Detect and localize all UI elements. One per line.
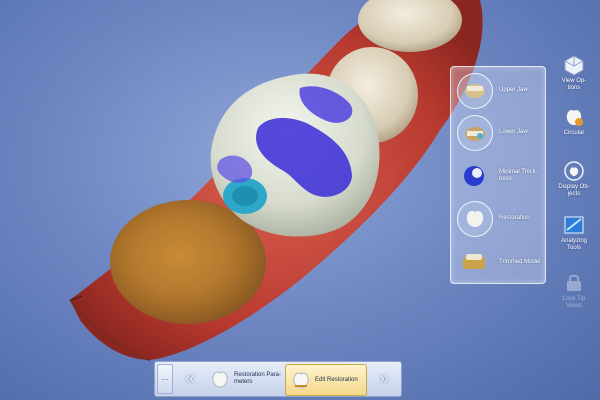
upper-jaw-icon bbox=[457, 73, 493, 109]
step-restoration-parameters[interactable]: Restoration Para-meters bbox=[205, 364, 283, 394]
analyzing-tools-icon bbox=[564, 216, 584, 234]
toolbar-label: Circular bbox=[563, 130, 585, 136]
step-label: Restoration Para-meters bbox=[234, 372, 282, 385]
restoration-icon bbox=[457, 201, 493, 237]
flyout-item-restoration[interactable]: Restoration bbox=[455, 199, 543, 237]
previous-step-button[interactable]: « bbox=[173, 366, 203, 392]
workflow-step-bar: ... « Restoration Para-meters Edit Resto… bbox=[154, 361, 402, 397]
lock-tip-views-button[interactable]: Lock Tip Views bbox=[556, 272, 592, 310]
analyzing-tools-button[interactable]: Analyzing Tools bbox=[556, 214, 592, 252]
restoration-parameters-icon bbox=[212, 371, 228, 388]
step-bar-menu-button[interactable]: ... bbox=[157, 364, 173, 394]
display-objects-flyout: Upper Jaw Lower Jaw Minimal Thick-ness R… bbox=[450, 66, 546, 284]
step-label: Edit Restoration bbox=[315, 376, 358, 383]
flyout-label: Minimal Thick-ness bbox=[499, 169, 538, 182]
toolbar-label: Analyzing Tools bbox=[560, 238, 587, 251]
flyout-item-trimmed-model[interactable]: Trimmed Model bbox=[455, 243, 543, 281]
toolbar-label: Display Ob-jects bbox=[558, 184, 590, 197]
trimmed-model-icon bbox=[457, 245, 491, 279]
display-objects-icon bbox=[564, 161, 584, 181]
lower-jaw-icon bbox=[457, 115, 493, 151]
toolbar-label: Lock Tip Views bbox=[562, 296, 586, 309]
step-edit-restoration[interactable]: Edit Restoration bbox=[285, 364, 367, 396]
flyout-item-minimal-thickness[interactable]: Minimal Thick-ness bbox=[455, 157, 543, 195]
next-step-button[interactable]: » bbox=[367, 366, 397, 392]
flyout-item-lower-jaw[interactable]: Lower Jaw bbox=[455, 113, 543, 151]
flyout-label: Restoration bbox=[499, 214, 530, 221]
minimal-thickness-icon bbox=[457, 159, 491, 193]
flyout-label: Lower Jaw bbox=[499, 128, 528, 135]
flyout-item-upper-jaw[interactable]: Upper Jaw bbox=[455, 71, 543, 109]
toolbar-label: View Op-tions bbox=[561, 78, 587, 91]
view-options-button[interactable]: View Op-tions bbox=[556, 54, 592, 92]
circular-icon bbox=[566, 110, 583, 126]
view-options-icon bbox=[564, 55, 584, 76]
flyout-label: Upper Jaw bbox=[499, 86, 528, 93]
flyout-label: Trimmed Model bbox=[499, 258, 541, 265]
display-objects-button[interactable]: Display Ob-jects bbox=[556, 160, 592, 198]
lock-icon bbox=[567, 274, 581, 291]
edit-restoration-icon bbox=[293, 372, 309, 389]
circular-button[interactable]: Circular bbox=[556, 106, 592, 137]
